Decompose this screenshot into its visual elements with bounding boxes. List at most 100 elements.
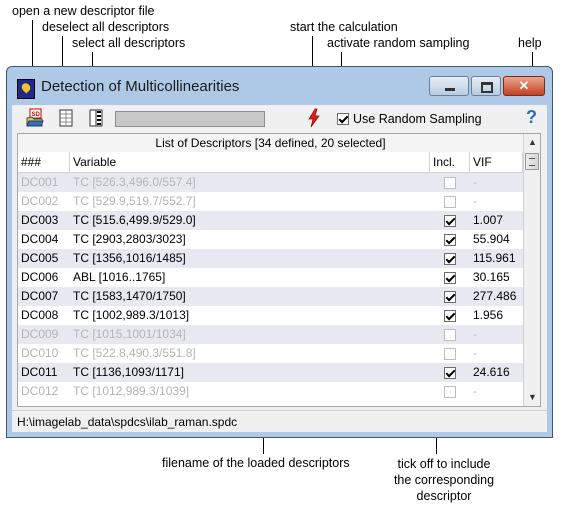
random-sampling-label: Use Random Sampling [353, 111, 482, 126]
include-checkbox[interactable] [444, 385, 456, 398]
column-header-vif[interactable]: VIF [470, 152, 523, 172]
row-vif: 55.904 [473, 232, 510, 246]
row-id: DC003 [21, 213, 59, 227]
table-row[interactable]: DC003 TC [515.6,499.9/529.0] 1.007 [18, 211, 523, 230]
include-checkbox[interactable] [444, 366, 456, 379]
row-vif: 115.961 [473, 251, 516, 265]
table-row[interactable]: DC004 TC [2903,2803/3023] 55.904 [18, 230, 523, 249]
row-variable: TC [522.8,490.3/551.8] [73, 346, 196, 360]
row-id: DC012 [21, 384, 59, 398]
main-window: Detection of Multicollinearities ✕ SD Us… [6, 66, 553, 438]
row-vif: 30.165 [473, 270, 510, 284]
row-vif: - [473, 384, 477, 398]
lightning-icon[interactable] [304, 108, 324, 128]
deselect-all-icon[interactable] [56, 108, 76, 128]
row-include-cell [430, 173, 470, 192]
table-row[interactable]: DC011 TC [1136,1093/1171] 24.616 [18, 363, 523, 382]
row-include-cell [430, 211, 470, 230]
window-title: Detection of Multicollinearities [41, 78, 240, 95]
list-header: List of Descriptors [34 defined, 20 sele… [18, 134, 523, 153]
annotation-tick-off: tick off to include the corresponding de… [388, 456, 500, 504]
include-checkbox[interactable] [444, 195, 456, 208]
random-sampling-checkbox[interactable] [337, 112, 349, 125]
include-checkbox[interactable] [444, 271, 456, 284]
include-checkbox[interactable] [444, 347, 456, 360]
table-row[interactable]: DC001 TC [526.3,496.0/557.4] - [18, 173, 523, 192]
include-checkbox[interactable] [444, 176, 456, 189]
progress-bar [115, 111, 265, 127]
close-button[interactable]: ✕ [503, 76, 545, 96]
row-variable: TC [529.9,519.7/552.7] [73, 194, 196, 208]
annotation-select-all: select all descriptors [72, 36, 186, 50]
row-variable: TC [526.3,496.0/557.4] [73, 175, 196, 189]
table-row[interactable]: DC010 TC [522.8,490.3/551.8] - [18, 344, 523, 363]
app-icon [17, 79, 35, 99]
row-variable: TC [1136,1093/1171] [73, 365, 184, 379]
row-vif: 24.616 [473, 365, 510, 379]
column-header-variable[interactable]: Variable [70, 152, 430, 172]
row-id: DC009 [21, 327, 59, 341]
row-variable: TC [2903,2803/3023] [73, 232, 186, 246]
descriptor-rows: DC001 TC [526.3,496.0/557.4] - DC002 TC [529… [18, 173, 523, 401]
row-id: DC006 [21, 270, 59, 284]
scroll-up-icon[interactable]: ▲ [528, 137, 537, 147]
row-variable: TC [1002,989.3/1013] [73, 308, 190, 322]
row-variable: TC [1583,1470/1750] [73, 289, 186, 303]
row-include-cell [430, 230, 470, 249]
vertical-scrollbar[interactable]: ▲ ▼ [523, 134, 540, 406]
row-id: DC010 [21, 346, 59, 360]
row-id: DC004 [21, 232, 59, 246]
minimize-button[interactable] [429, 76, 469, 96]
row-include-cell [430, 382, 470, 401]
random-sampling-toggle[interactable]: Use Random Sampling [337, 111, 482, 126]
table-row[interactable]: DC012 TC [1012,989.3/1039] - [18, 382, 523, 401]
row-variable: TC [515.6,499.9/529.0] [73, 213, 196, 227]
svg-text:SD: SD [32, 112, 41, 118]
annotation-help: help [518, 36, 542, 50]
row-variable: TC [1356,1016/1485] [73, 251, 186, 265]
title-bar: Detection of Multicollinearities ✕ [7, 67, 552, 105]
row-include-cell [430, 325, 470, 344]
annotation-tick-off-line1: tick off to include [397, 457, 491, 471]
file-path: H:\imagelab_data\spdcs\ilab_raman.spdc [17, 415, 238, 429]
row-include-cell [430, 249, 470, 268]
include-checkbox[interactable] [444, 309, 456, 322]
scroll-thumb[interactable] [525, 153, 539, 170]
column-header-id[interactable]: ### [18, 152, 70, 172]
include-checkbox[interactable] [444, 214, 456, 227]
column-header-incl[interactable]: Incl. [430, 152, 470, 172]
row-include-cell [430, 192, 470, 211]
maximize-button[interactable] [471, 76, 501, 96]
annotation-tick-off-line3: descriptor [416, 489, 472, 503]
include-checkbox[interactable] [444, 233, 456, 246]
row-vif: 1.956 [473, 308, 504, 322]
row-id: DC001 [21, 175, 59, 189]
annotation-open-file: open a new descriptor file [12, 4, 155, 18]
table-row[interactable]: DC008 TC [1002,989.3/1013] 1.956 [18, 306, 523, 325]
row-vif: 277.486 [473, 289, 517, 303]
row-variable: ABL [1016..1765] [73, 270, 166, 284]
help-icon[interactable]: ? [526, 107, 537, 128]
table-row[interactable]: DC002 TC [529.9,519.7/552.7] - [18, 192, 523, 211]
table-row[interactable]: DC005 TC [1356,1016/1485] 115.961 [18, 249, 523, 268]
table-row[interactable]: DC006 ABL [1016..1765] 30.165 [18, 268, 523, 287]
table-row[interactable]: DC007 TC [1583,1470/1750] 277.486 [18, 287, 523, 306]
include-checkbox[interactable] [444, 328, 456, 341]
annotation-tick-off-line2: the corresponding [393, 473, 495, 487]
row-variable: TC [1012,989.3/1039] [73, 384, 190, 398]
annotation-filename: filename of the loaded descriptors [162, 456, 350, 470]
row-include-cell [430, 344, 470, 363]
status-bar: H:\imagelab_data\spdcs\ilab_raman.spdc [12, 410, 547, 432]
include-checkbox[interactable] [444, 252, 456, 265]
row-vif: - [473, 327, 477, 341]
row-id: DC002 [21, 194, 59, 208]
row-vif: - [473, 194, 477, 208]
scroll-down-icon[interactable]: ▼ [528, 392, 537, 402]
open-file-icon[interactable]: SD [25, 108, 45, 128]
select-all-icon[interactable] [86, 108, 106, 128]
row-id: DC008 [21, 308, 59, 322]
descriptor-list: List of Descriptors [34 defined, 20 sele… [17, 133, 541, 407]
table-row[interactable]: DC009 TC [1015,1001/1034] - [18, 325, 523, 344]
row-include-cell [430, 306, 470, 325]
include-checkbox[interactable] [444, 290, 456, 303]
